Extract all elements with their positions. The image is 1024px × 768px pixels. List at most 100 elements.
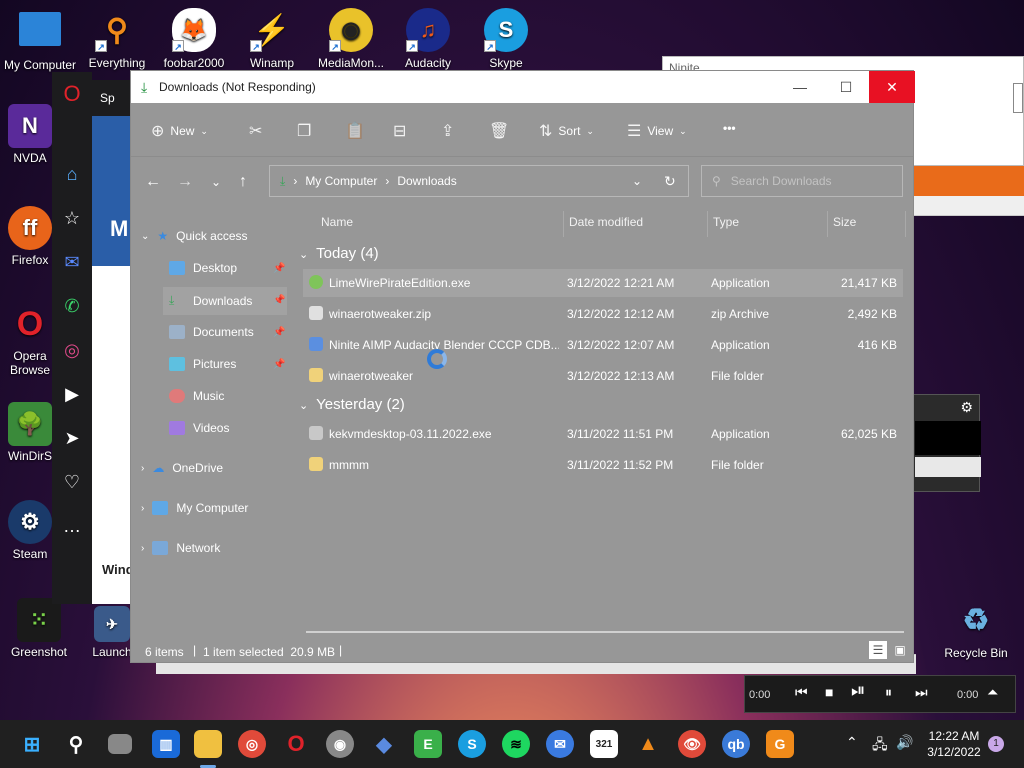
opera-icon[interactable]: O [282, 730, 310, 758]
notification-badge[interactable]: 1 [988, 736, 1004, 752]
chevron-up-icon[interactable]: ⌃ [846, 734, 858, 751]
send-icon[interactable]: ➤ [52, 416, 92, 460]
refresh-icon[interactable]: ↻ [664, 173, 676, 190]
delete-icon[interactable]: 🗑 [489, 121, 509, 141]
file-row[interactable]: Ninite AIMP Audacity Blender CCCP CDB...… [303, 331, 903, 359]
nav-music[interactable]: Music [169, 389, 224, 403]
heart-icon[interactable]: ♡ [52, 460, 92, 504]
more-options-button[interactable]: ••• [723, 121, 736, 135]
clock[interactable]: 12:22 AM 3/12/2022 [922, 728, 986, 760]
task-view-icon[interactable] [108, 734, 132, 754]
messenger-icon[interactable]: ✉ [52, 240, 92, 284]
widgets-icon[interactable]: ▥ [152, 730, 180, 758]
desktop-icon-mediamonkey[interactable]: ◉ ↗ MediaMon... [311, 8, 391, 70]
app-droplet-icon[interactable]: ◆ [370, 730, 398, 758]
cut-icon[interactable]: ✂ [249, 121, 262, 141]
green-app-icon[interactable]: G [766, 730, 794, 758]
minimize-button[interactable]: — [777, 71, 823, 103]
gear-icon[interactable]: ⚙ [960, 399, 973, 416]
group-header-yesterday[interactable]: ⌄ Yesterday (2) [299, 396, 405, 413]
stop-icon[interactable]: ■ [825, 684, 833, 700]
volume-icon[interactable]: 🔊 [896, 734, 913, 751]
desktop-icon-skype[interactable]: S ↗ Skype [466, 8, 546, 70]
play-icon[interactable]: ⏯ [851, 680, 865, 701]
up-arrow-icon[interactable]: ↑ [239, 173, 247, 191]
whatsapp-icon[interactable]: ✆ [52, 284, 92, 328]
spotify-icon[interactable]: ≋ [502, 730, 530, 758]
view-button[interactable]: ☰ View ⌄ [627, 121, 687, 141]
thunderbird-icon[interactable]: ✉ [546, 730, 574, 758]
chevron-down-icon[interactable]: ⌄ [632, 174, 642, 188]
nav-my-computer[interactable]: › My Computer [141, 501, 248, 515]
maximize-button[interactable]: ☐ [823, 71, 869, 103]
next-icon[interactable]: ⏭ [915, 684, 928, 701]
column-header-type[interactable]: Type [713, 215, 739, 229]
file-row[interactable]: mmmm 3/11/2022 11:52 PM File folder [303, 451, 903, 479]
file-row[interactable]: kekvmdesktop-03.11.2022.exe 3/11/2022 11… [303, 420, 903, 448]
rename-icon[interactable]: ⊟ [393, 121, 406, 141]
star-icon[interactable]: ☆ [52, 196, 92, 240]
breadcrumb-my-computer[interactable]: My Computer [305, 174, 377, 188]
details-view-icon[interactable]: ☰ [869, 641, 887, 659]
desktop-icon-greenshot[interactable]: ⁙ Greenshot [4, 598, 74, 659]
previous-icon[interactable]: ⏮ [795, 684, 808, 701]
vlc-icon[interactable]: ▲ [634, 730, 662, 758]
group-header-today[interactable]: ⌄ Today (4) [299, 245, 379, 262]
new-button[interactable]: ⊕ New ⌄ [151, 121, 208, 141]
desktop-icon-everything[interactable]: ⚲ ↗ Everything [77, 8, 157, 71]
horizontal-scrollbar[interactable] [306, 631, 904, 633]
desktop-icon-foobar[interactable]: 🦊 ↗ foobar2000 [154, 8, 234, 70]
windows-start-icon[interactable]: ⊞ [18, 730, 46, 758]
qbittorrent-icon[interactable]: qb [722, 730, 750, 758]
nav-network[interactable]: › Network [141, 541, 220, 555]
desktop-icon-windirstat[interactable]: 🌳 WinDirS [8, 402, 52, 463]
close-button[interactable]: ✕ [869, 71, 915, 103]
nav-quick-access[interactable]: ⌄ ★ Quick access [141, 229, 248, 243]
network-icon[interactable]: 🖧 [872, 734, 888, 758]
forward-arrow-icon[interactable]: → [177, 173, 193, 191]
instagram-icon[interactable]: ◎ [52, 328, 92, 372]
column-header-size[interactable]: Size [833, 215, 856, 229]
paste-icon[interactable]: 📋 [345, 121, 365, 141]
desktop-icon-launch[interactable]: ✈ Launch [92, 606, 132, 659]
eject-icon[interactable]: ⏶ [987, 684, 998, 701]
calendar-321-icon[interactable]: 321 [590, 730, 618, 758]
search-icon[interactable]: ⚲ [62, 730, 90, 758]
file-row[interactable]: winaerotweaker.zip 3/12/2022 12:12 AM zi… [303, 300, 903, 328]
evernote-icon[interactable]: E [414, 730, 442, 758]
desktop-icon-audacity[interactable]: ♫ ↗ Audacity [388, 8, 468, 70]
nav-documents[interactable]: Documents [169, 325, 254, 339]
desktop-icon-firefox[interactable]: ff Firefox [8, 206, 52, 267]
skype-icon[interactable]: S [458, 730, 486, 758]
tiles-view-icon[interactable]: ▣ [891, 641, 909, 659]
file-row[interactable]: winaerotweaker 3/12/2022 12:13 AM File f… [303, 362, 903, 390]
desktop-icon-winamp[interactable]: ⚡ ↗ Winamp [232, 8, 312, 71]
media-player-icon[interactable]: ◉ [326, 730, 354, 758]
more-icon[interactable]: … [52, 504, 92, 548]
nav-desktop[interactable]: Desktop [169, 261, 237, 275]
back-arrow-icon[interactable]: ← [145, 173, 161, 191]
column-header-date[interactable]: Date modified [569, 215, 643, 229]
recent-chevron-icon[interactable]: ⌄ [211, 175, 221, 189]
opera-tab[interactable]: Sp [100, 91, 115, 105]
pause-icon[interactable]: ⏸ [885, 684, 892, 701]
nav-pictures[interactable]: Pictures [169, 357, 236, 371]
breadcrumb-downloads[interactable]: Downloads [397, 174, 456, 188]
player-icon[interactable]: ▶ [52, 372, 92, 416]
desktop-icon-recycle-bin[interactable]: ♻ Recycle Bin [936, 598, 1016, 661]
file-explorer-icon[interactable] [194, 730, 222, 758]
opera-logo-icon[interactable]: O [52, 72, 92, 116]
file-row[interactable]: LimeWirePirateEdition.exe 3/12/2022 12:2… [303, 269, 903, 297]
share-icon[interactable]: ⇪ [441, 121, 454, 141]
search-input[interactable]: ⚲ Search Downloads [701, 165, 903, 197]
copy-icon[interactable]: ❐ [297, 121, 311, 141]
desktop-icon-steam[interactable]: ⚙ Steam [8, 500, 52, 561]
desktop-icon-my-computer[interactable]: My Computer [0, 8, 80, 72]
desktop-icon-nvda[interactable]: N NVDA [8, 104, 52, 165]
address-bar[interactable]: ⤓ › My Computer › Downloads ⌄ ↻ [269, 165, 689, 197]
nav-downloads[interactable]: ⤓ Downloads [169, 293, 252, 308]
title-bar[interactable]: ⤓ Downloads (Not Responding) — ☐ ✕ [131, 71, 915, 103]
column-header-name[interactable]: Name [321, 215, 353, 229]
home-icon[interactable]: ⌂ [52, 152, 92, 196]
sort-button[interactable]: ⇅ Sort ⌄ [539, 121, 594, 141]
